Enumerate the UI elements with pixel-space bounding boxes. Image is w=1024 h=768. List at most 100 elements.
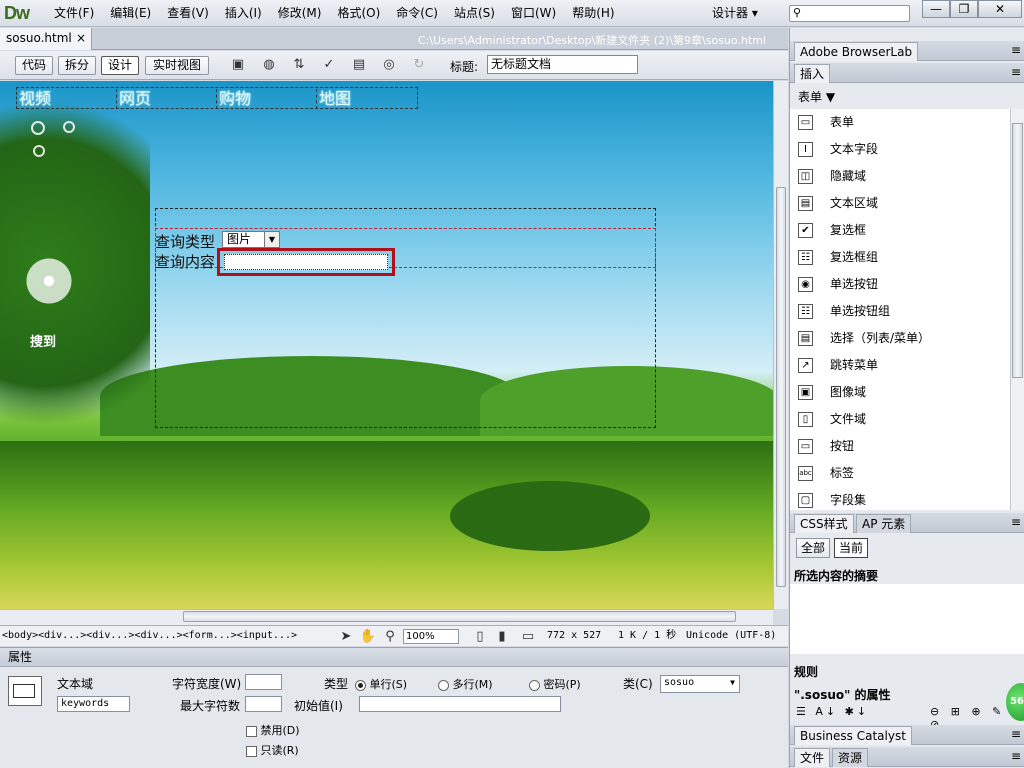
hand-tool-icon[interactable]: ✋ — [358, 627, 378, 644]
validate-icon[interactable]: ▤ — [349, 57, 369, 74]
css-current-button[interactable]: 当前 — [834, 538, 869, 558]
menu-modify[interactable]: 修改(M) — [272, 5, 328, 22]
files-tab[interactable]: 文件 — [794, 748, 831, 767]
workspace-switcher[interactable]: 设计器 ▾ — [712, 4, 758, 21]
document-title-input[interactable]: 无标题文档 — [487, 55, 638, 74]
refresh-icon[interactable]: ↻ — [409, 57, 429, 74]
panel-menu-icon[interactable]: ≡ — [1011, 63, 1021, 82]
class-select[interactable]: sosuo ▼ — [660, 675, 740, 693]
field-name-input[interactable]: keywords — [57, 696, 130, 712]
insert-form[interactable]: ▭ 表单 — [790, 109, 1010, 136]
insert-scroll-thumb[interactable] — [1012, 123, 1023, 378]
nav-item-video[interactable]: 视频 — [17, 89, 117, 109]
css-view-icons[interactable]: ☰ A↓ ✱↓ — [796, 705, 869, 718]
insert-item-label: 跳转菜单 — [830, 358, 879, 372]
tag-selector[interactable]: <body><div...><div...><div...><form...><… — [2, 626, 297, 646]
char-width-input[interactable] — [245, 674, 282, 690]
insert-radio-group[interactable]: ☷ 单选按钮组 — [790, 298, 1010, 325]
desktop-size-icon[interactable]: ▭ — [518, 627, 538, 644]
help-search-input[interactable]: ⚲ — [789, 5, 910, 22]
insert-jump-menu[interactable]: ↗ 跳转菜单 — [790, 352, 1010, 379]
multiscreen-icon[interactable]: ▣ — [228, 57, 248, 74]
max-chars-input[interactable] — [245, 696, 282, 712]
canvas-horizontal-scroll-thumb[interactable] — [183, 611, 736, 622]
nav-item-web[interactable]: 网页 — [117, 89, 217, 109]
document-tab[interactable]: sosuo.html × — [0, 28, 92, 50]
chevron-down-icon: ▼ — [730, 678, 735, 687]
readonly-checkbox[interactable]: 只读(R) — [246, 742, 299, 758]
insert-button[interactable]: ▭ 按钮 — [790, 433, 1010, 460]
keywords-input[interactable] — [224, 254, 388, 270]
document-path: C:\Users\Administrator\Desktop\新建文件夹 (2)… — [417, 34, 766, 47]
insert-image-field[interactable]: ▣ 图像域 — [790, 379, 1010, 406]
file-management-icon[interactable]: ⇅ — [289, 57, 309, 74]
code-view-button[interactable]: 代码 — [15, 56, 53, 75]
disabled-label: 禁用(D) — [260, 724, 300, 737]
design-canvas[interactable]: 搜到 视频 网页 购物 地图 查询类型 图片 ▼ 查询内容 — [0, 81, 773, 609]
keywords-text-field[interactable] — [217, 248, 395, 276]
insert-radio[interactable]: ◉ 单选按钮 — [790, 271, 1010, 298]
menu-view[interactable]: 查看(V) — [161, 5, 215, 22]
menu-file[interactable]: 文件(F) — [48, 5, 100, 22]
password-radio[interactable]: 密码(P) — [529, 676, 581, 692]
insert-file-field[interactable]: ▯ 文件域 — [790, 406, 1010, 433]
menu-commands[interactable]: 命令(C) — [390, 5, 444, 22]
insert-textarea[interactable]: ▤ 文本区域 — [790, 190, 1010, 217]
disabled-checkbox[interactable]: 禁用(D) — [246, 722, 300, 738]
selection-summary-label: 所选内容的摘要 — [794, 569, 879, 583]
single-line-radio[interactable]: 单行(S) — [355, 676, 407, 692]
query-type-select[interactable]: 图片 ▼ — [222, 231, 280, 248]
zoom-select[interactable]: 100% — [403, 629, 459, 644]
insert-text-field[interactable]: I 文本字段 — [790, 136, 1010, 163]
css-styles-tab[interactable]: CSS样式 — [794, 514, 854, 533]
readonly-label: 只读(R) — [260, 744, 299, 757]
tab-close-icon[interactable]: × — [76, 28, 86, 49]
canvas-vertical-scroll-thumb[interactable] — [776, 187, 786, 587]
tablet-size-icon[interactable]: ▮ — [492, 627, 512, 644]
preview-browser-icon[interactable]: ◍ — [259, 57, 279, 74]
insert-fieldset[interactable]: ▢ 字段集 — [790, 487, 1010, 510]
nav-item-map[interactable]: 地图 — [317, 89, 417, 109]
insert-select[interactable]: ▤ 选择（列表/菜单） — [790, 325, 1010, 352]
insert-checkbox[interactable]: ✔ 复选框 — [790, 217, 1010, 244]
button-icon: ▭ — [798, 439, 813, 454]
insert-item-label: 按钮 — [830, 439, 855, 453]
minimize-button[interactable]: — — [922, 0, 950, 18]
init-value-input[interactable] — [359, 696, 561, 712]
panel-menu-icon[interactable]: ≡ — [1011, 725, 1021, 744]
insert-tab[interactable]: 插入 — [794, 64, 831, 83]
panel-menu-icon[interactable]: ≡ — [1011, 747, 1021, 766]
browserlab-panel-header[interactable]: Adobe BrowserLab ≡ — [790, 41, 1024, 61]
menu-insert[interactable]: 插入(I) — [219, 5, 268, 22]
check-browser-icon[interactable]: ✓ — [319, 57, 339, 74]
properties-header[interactable]: 属性 — [0, 648, 788, 667]
browserlab-tab[interactable]: Adobe BrowserLab — [794, 42, 919, 61]
multi-line-radio[interactable]: 多行(M) — [438, 676, 493, 692]
insert-item-label: 字段集 — [830, 493, 867, 507]
business-catalyst-tab[interactable]: Business Catalyst — [794, 726, 912, 745]
split-view-button[interactable]: 拆分 — [58, 56, 96, 75]
visual-aids-icon[interactable]: ◎ — [379, 57, 399, 74]
menu-help[interactable]: 帮助(H) — [566, 5, 620, 22]
menu-format[interactable]: 格式(O) — [331, 5, 386, 22]
insert-label[interactable]: abc 标签 — [790, 460, 1010, 487]
restore-button[interactable]: ❐ — [950, 0, 978, 18]
live-view-button[interactable]: 实时视图 — [145, 56, 209, 75]
menu-window[interactable]: 窗口(W) — [505, 5, 562, 22]
insert-checkbox-group[interactable]: ☷ 复选框组 — [790, 244, 1010, 271]
menu-site[interactable]: 站点(S) — [448, 5, 501, 22]
insert-hidden-field[interactable]: ◫ 隐藏域 — [790, 163, 1010, 190]
panel-menu-icon[interactable]: ≡ — [1011, 41, 1021, 60]
select-tool-icon[interactable]: ➤ — [336, 627, 356, 644]
menu-edit[interactable]: 编辑(E) — [104, 5, 157, 22]
css-all-button[interactable]: 全部 — [796, 538, 831, 558]
nav-item-shopping[interactable]: 购物 — [217, 89, 317, 109]
panel-menu-icon[interactable]: ≡ — [1011, 513, 1021, 532]
close-button[interactable]: ✕ — [978, 0, 1022, 18]
mobile-size-icon[interactable]: ▯ — [470, 627, 490, 644]
window-size[interactable]: 772 x 527 — [547, 626, 601, 646]
design-view-button[interactable]: 设计 — [101, 56, 139, 75]
zoom-tool-icon[interactable]: ⚲ — [380, 627, 400, 644]
assets-tab[interactable]: 资源 — [832, 748, 869, 767]
ap-elements-tab[interactable]: AP 元素 — [856, 514, 912, 533]
